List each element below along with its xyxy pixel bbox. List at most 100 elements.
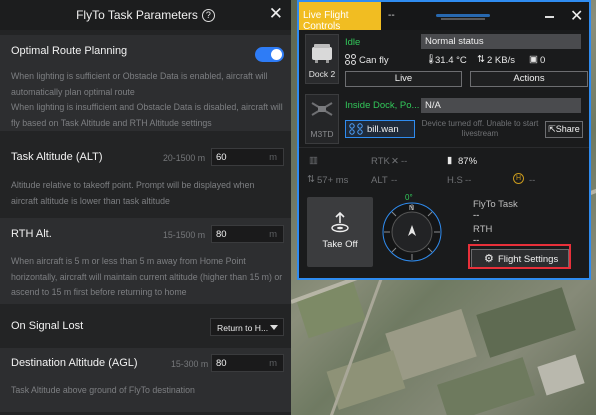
panel-header: FlyTo Task Parameters? ✕ — [0, 0, 291, 30]
destination-alt-label: Destination Altitude (AGL) — [11, 357, 138, 369]
optimal-route-label: Optimal Route Planning — [11, 45, 128, 57]
dock-temperature: 31.4 °C — [435, 55, 467, 66]
map-field — [326, 350, 406, 410]
battery-value: 87% — [458, 156, 478, 167]
chevron-down-icon — [270, 325, 278, 330]
task-altitude-unit: m — [269, 152, 277, 163]
takeoff-icon — [331, 211, 349, 233]
drone-fly-icon — [345, 54, 356, 65]
panel-topbar: Live Flight Controls -- ✕ — [299, 2, 589, 32]
optimal-route-row: Optimal Route Planning — [0, 35, 291, 69]
alt-value: -- — [391, 175, 398, 186]
battery-icon: ▮ — [447, 155, 453, 166]
dock-status-text: Normal status — [425, 36, 484, 47]
can-fly-text: Can fly — [359, 55, 389, 66]
aircraft-name: M3TD — [310, 129, 334, 139]
map-field — [437, 357, 535, 415]
map-field — [476, 287, 576, 358]
compass: 0° N — [382, 193, 442, 262]
rth-alt-value: 80 — [216, 229, 227, 240]
task-altitude-desc: Altitude relative to takeoff point. Prom… — [11, 180, 255, 206]
rth-label: RTH — [473, 224, 493, 235]
aircraft-status-field: N/A — [421, 98, 581, 113]
device-name-placeholder: -- — [388, 10, 395, 21]
task-altitude-input[interactable]: 60 m — [211, 148, 284, 166]
live-button[interactable]: Live — [345, 71, 462, 87]
optimal-route-desc-2: When lighting is insufficient and Obstac… — [11, 102, 283, 128]
rtk-off-icon: ✕ — [391, 156, 399, 167]
live-flight-controls-panel: Live Flight Controls -- ✕ Dock 2 Idle No… — [297, 0, 591, 280]
highlight-box — [468, 244, 571, 269]
rtk-value: -- — [401, 156, 408, 167]
take-off-label: Take Off — [322, 239, 358, 250]
destination-alt-value: 80 — [216, 358, 227, 369]
task-altitude-label: Task Altitude (ALT) — [11, 151, 103, 163]
take-off-button[interactable]: Take Off — [307, 197, 373, 267]
hs-value: -- — [465, 175, 472, 186]
aircraft-location-status: Inside Dock, Po... — [345, 100, 420, 111]
share-label: Share — [555, 124, 580, 134]
task-altitude-row: Task Altitude (ALT) 20-1500 m 60 m — [0, 143, 291, 173]
home-icon: H — [513, 173, 524, 184]
task-label: FlyTo Task — [473, 199, 518, 210]
signal-lost-row: On Signal Lost Return to H... — [0, 310, 291, 343]
redacted-text — [436, 14, 490, 17]
dock-storage: 0 — [540, 55, 546, 66]
rth-alt-input[interactable]: 80 m — [211, 225, 284, 243]
camera-note: Device turned off. Unable to start lives… — [421, 119, 539, 138]
tab-live-flight-controls[interactable]: Live Flight Controls — [299, 2, 381, 32]
signal-lost-select[interactable]: Return to H... — [210, 318, 284, 336]
aircraft-icon — [311, 102, 333, 116]
rth-alt-row: RTH Alt. 15-1500 m 80 m — [0, 218, 291, 250]
network-icon: ⇅ — [477, 54, 485, 65]
map-building — [537, 354, 585, 396]
storage-icon: ▣ — [529, 54, 538, 65]
actions-button[interactable]: Actions — [470, 71, 588, 87]
help-icon[interactable]: ? — [201, 9, 215, 22]
share-button[interactable]: ⇱Share — [545, 121, 583, 138]
dock-status: Idle — [345, 37, 361, 48]
minimize-icon[interactable] — [545, 16, 554, 18]
destination-alt-unit: m — [269, 358, 277, 369]
dock-device-card[interactable]: Dock 2 — [305, 34, 339, 84]
close-icon[interactable]: ✕ — [570, 6, 583, 26]
latency-value: 57+ ms — [317, 175, 349, 186]
share-icon: ⇱ — [548, 124, 556, 134]
panel-title-text: FlyTo Task Parameters — [76, 8, 198, 22]
dock-name: Dock 2 — [308, 69, 336, 79]
rth-alt-desc-block: When aircraft is 5 m or less than 5 m aw… — [0, 250, 291, 304]
optimal-route-toggle[interactable] — [255, 47, 284, 62]
signal-lost-selected: Return to H... — [217, 323, 269, 333]
alt-label: ALT — [371, 175, 388, 186]
aircraft-status-text: N/A — [425, 100, 441, 111]
toggle-knob — [271, 49, 282, 60]
task-value: -- — [473, 210, 480, 221]
signal-lost-label: On Signal Lost — [11, 320, 84, 332]
close-icon[interactable]: ✕ — [269, 4, 283, 24]
rtk-label: RTK — [371, 156, 390, 167]
compass-north: N — [409, 205, 415, 212]
rth-alt-unit: m — [269, 229, 277, 240]
task-altitude-value: 60 — [216, 152, 227, 163]
optimal-route-desc-block: When lighting is sufficient or Obstacle … — [0, 69, 291, 131]
rth-alt-desc: When aircraft is 5 m or less than 5 m aw… — [11, 256, 283, 297]
rth-alt-label: RTH Alt. — [11, 228, 52, 240]
destination-alt-input[interactable]: 80 m — [211, 354, 284, 372]
aircraft-device-card[interactable]: M3TD — [305, 94, 339, 144]
redacted-text — [441, 18, 485, 20]
flyto-task-parameters-panel: FlyTo Task Parameters? ✕ Optimal Route P… — [0, 0, 291, 415]
destination-alt-range: 15-300 m — [171, 359, 209, 369]
home-value: -- — [529, 175, 536, 186]
task-altitude-range: 20-1500 m — [163, 153, 206, 163]
drone-icon — [349, 123, 363, 135]
heading-degree: 0° — [405, 193, 413, 202]
pilot-name: bill.wan — [367, 124, 399, 135]
signal-icon: ▥ — [309, 155, 318, 166]
telemetry-block: ▥ RTK ✕ -- ▮ 87% ⇅ 57+ ms ALT -- H.S -- … — [299, 147, 589, 192]
map-field — [296, 281, 366, 339]
rth-alt-range: 15-1500 m — [163, 230, 206, 240]
panel-title: FlyTo Task Parameters? — [0, 8, 291, 22]
pilot-badge[interactable]: bill.wan — [345, 120, 415, 138]
optimal-route-desc-1: When lighting is sufficient or Obstacle … — [11, 71, 268, 97]
hs-label: H.S — [447, 175, 463, 186]
